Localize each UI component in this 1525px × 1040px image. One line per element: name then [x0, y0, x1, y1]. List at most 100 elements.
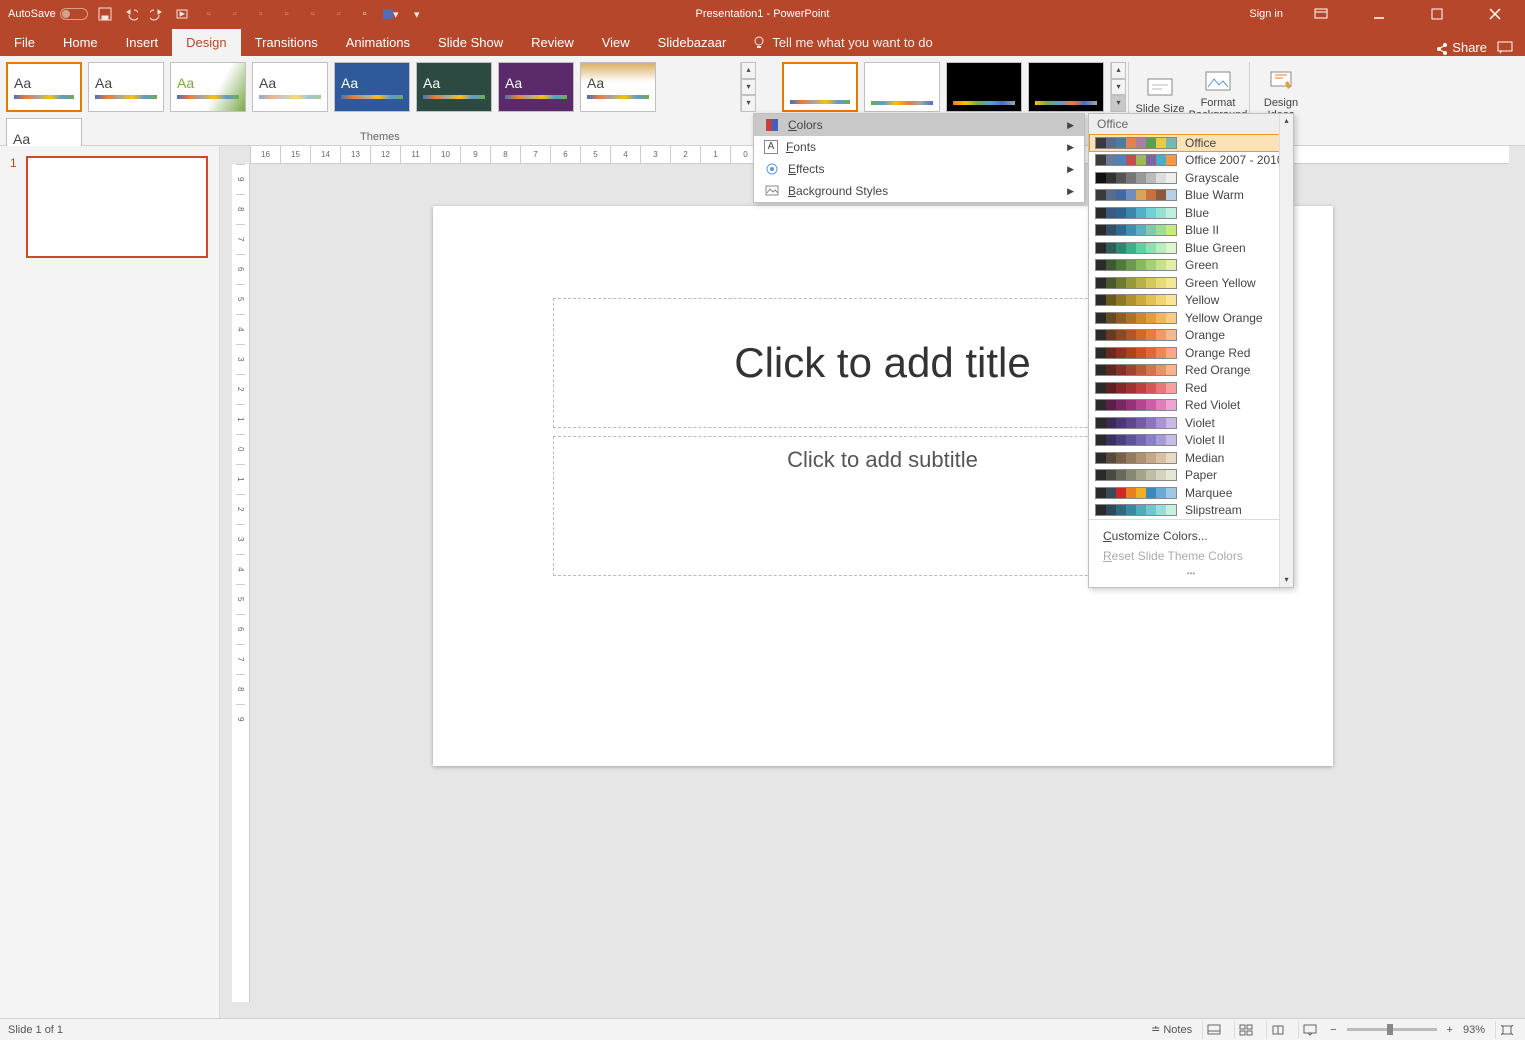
variant-thumb[interactable]: [864, 62, 940, 112]
theme-thumb[interactable]: Aa: [252, 62, 328, 112]
status-slide-count: Slide 1 of 1: [8, 1024, 63, 1036]
redo-icon[interactable]: [148, 5, 166, 23]
tab-view[interactable]: View: [588, 29, 644, 56]
color-scheme-item[interactable]: Marquee: [1089, 484, 1293, 502]
color-scheme-item[interactable]: Red Violet: [1089, 397, 1293, 415]
color-scheme-item[interactable]: Yellow Orange: [1089, 309, 1293, 327]
color-scheme-item[interactable]: Office 2007 - 2010: [1089, 152, 1293, 170]
slide-thumbnail[interactable]: [26, 156, 208, 258]
effects-icon: [764, 161, 780, 177]
menu-item-effects[interactable]: Effects▶: [754, 158, 1084, 180]
tab-animations[interactable]: Animations: [332, 29, 424, 56]
zoom-slider[interactable]: [1347, 1028, 1437, 1031]
close-icon[interactable]: [1475, 0, 1515, 28]
theme-thumb[interactable]: Aa: [6, 62, 82, 112]
tab-home[interactable]: Home: [49, 29, 112, 56]
color-scheme-item[interactable]: Blue: [1089, 204, 1293, 222]
zoom-level[interactable]: 93%: [1463, 1024, 1485, 1036]
color-scheme-item[interactable]: Grayscale: [1089, 169, 1293, 187]
color-scheme-item[interactable]: Red Orange: [1089, 362, 1293, 380]
tab-transitions[interactable]: Transitions: [241, 29, 332, 56]
variant-thumb[interactable]: [782, 62, 858, 112]
qat-icon[interactable]: ▫: [356, 5, 374, 23]
color-scheme-item[interactable]: Median: [1089, 449, 1293, 467]
color-scheme-item[interactable]: Violet II: [1089, 432, 1293, 450]
qat-more-icon[interactable]: ▾: [408, 5, 426, 23]
fonts-icon: A: [764, 140, 778, 154]
maximize-icon[interactable]: [1417, 0, 1457, 28]
qat-icon[interactable]: ▫: [200, 5, 218, 23]
background-styles-icon: [764, 183, 780, 199]
slideshow-view-icon[interactable]: [1298, 1021, 1320, 1039]
slide-sorter-icon[interactable]: [1234, 1021, 1256, 1039]
color-scheme-item[interactable]: Green Yellow: [1089, 274, 1293, 292]
variants-gallery-expand[interactable]: ▴▾▾: [1110, 62, 1126, 112]
share-button[interactable]: Share: [1435, 40, 1487, 56]
theme-thumb[interactable]: Aa: [498, 62, 574, 112]
tab-review[interactable]: Review: [517, 29, 588, 56]
comments-icon[interactable]: [1497, 41, 1513, 55]
ribbon-display-icon[interactable]: [1301, 0, 1341, 28]
tab-slideshow[interactable]: Slide Show: [424, 29, 517, 56]
color-scheme-item[interactable]: Orange Red: [1089, 344, 1293, 362]
tab-slidebazaar[interactable]: Slidebazaar: [644, 29, 741, 56]
theme-thumb[interactable]: Aa: [580, 62, 656, 112]
reading-view-icon[interactable]: [1266, 1021, 1288, 1039]
normal-view-icon[interactable]: [1202, 1021, 1224, 1039]
color-menu-header: Office: [1089, 114, 1293, 134]
slide-thumbnail-panel[interactable]: 1: [0, 146, 220, 1018]
color-scheme-item[interactable]: Blue Green: [1089, 239, 1293, 257]
tab-design[interactable]: Design: [172, 29, 240, 56]
autosave-toggle[interactable]: AutoSave: [8, 8, 88, 20]
menu-item-fonts[interactable]: A Fonts▶: [754, 136, 1084, 158]
notes-button[interactable]: ≐ Notes: [1151, 1023, 1192, 1036]
qat-icon[interactable]: ▫: [278, 5, 296, 23]
color-scheme-item[interactable]: Blue II: [1089, 222, 1293, 240]
color-scheme-item[interactable]: Red: [1089, 379, 1293, 397]
group-label-themes: Themes: [360, 131, 400, 143]
themes-gallery-expand[interactable]: ▴▾▾: [740, 62, 756, 112]
design-ideas-icon: [1267, 69, 1295, 95]
color-scheme-item[interactable]: Violet: [1089, 414, 1293, 432]
customize-colors[interactable]: Customize Colors...: [1103, 526, 1279, 546]
qat-icon[interactable]: ▫: [330, 5, 348, 23]
zoom-in-button[interactable]: +: [1447, 1024, 1453, 1036]
qat-icon[interactable]: ▫: [304, 5, 322, 23]
start-from-beginning-icon[interactable]: [174, 5, 192, 23]
color-scheme-item[interactable]: Office: [1089, 134, 1293, 152]
sign-in-link[interactable]: Sign in: [1249, 8, 1283, 20]
minimize-icon[interactable]: [1359, 0, 1399, 28]
color-schemes-menu: Office OfficeOffice 2007 - 2010Grayscale…: [1088, 113, 1294, 588]
zoom-out-button[interactable]: −: [1330, 1024, 1336, 1036]
fit-to-window-icon[interactable]: [1495, 1021, 1517, 1039]
color-menu-scrollbar[interactable]: ▴▾: [1279, 114, 1293, 587]
theme-thumb[interactable]: Aa: [334, 62, 410, 112]
menu-item-colors[interactable]: CColorsolors ▶: [754, 114, 1084, 136]
lightbulb-icon: [752, 36, 766, 50]
tell-me-search[interactable]: Tell me what you want to do: [740, 29, 944, 56]
slide-editor: 1615141312111098765432101234567891011121…: [220, 146, 1525, 1018]
status-bar: Slide 1 of 1 ≐ Notes − + 93%: [0, 1018, 1525, 1040]
tab-file[interactable]: File: [0, 29, 49, 56]
undo-icon[interactable]: [122, 5, 140, 23]
color-scheme-item[interactable]: Yellow: [1089, 292, 1293, 310]
theme-thumb[interactable]: Aa: [170, 62, 246, 112]
variant-thumb[interactable]: [946, 62, 1022, 112]
color-scheme-item[interactable]: Green: [1089, 257, 1293, 275]
qat-icon[interactable]: ▫: [252, 5, 270, 23]
variant-thumb[interactable]: [1028, 62, 1104, 112]
variants-dropdown: CColorsolors ▶ A Fonts▶ Effects▶ Backgro…: [753, 113, 1085, 203]
menu-item-background-styles[interactable]: Background Styles▶: [754, 180, 1084, 202]
color-scheme-item[interactable]: Slipstream: [1089, 502, 1293, 520]
theme-thumb[interactable]: Aa: [416, 62, 492, 112]
color-scheme-item[interactable]: Orange: [1089, 327, 1293, 345]
tab-insert[interactable]: Insert: [112, 29, 173, 56]
workspace: 1 16151413121110987654321012345678910111…: [0, 146, 1525, 1018]
color-scheme-item[interactable]: Paper: [1089, 467, 1293, 485]
qat-icon[interactable]: ▫: [226, 5, 244, 23]
color-scheme-item[interactable]: Blue Warm: [1089, 187, 1293, 205]
shape-fill-icon[interactable]: ▾: [382, 5, 400, 23]
save-icon[interactable]: [96, 5, 114, 23]
theme-thumb[interactable]: Aa: [88, 62, 164, 112]
vertical-ruler[interactable]: 9876543210123456789: [232, 164, 250, 1002]
